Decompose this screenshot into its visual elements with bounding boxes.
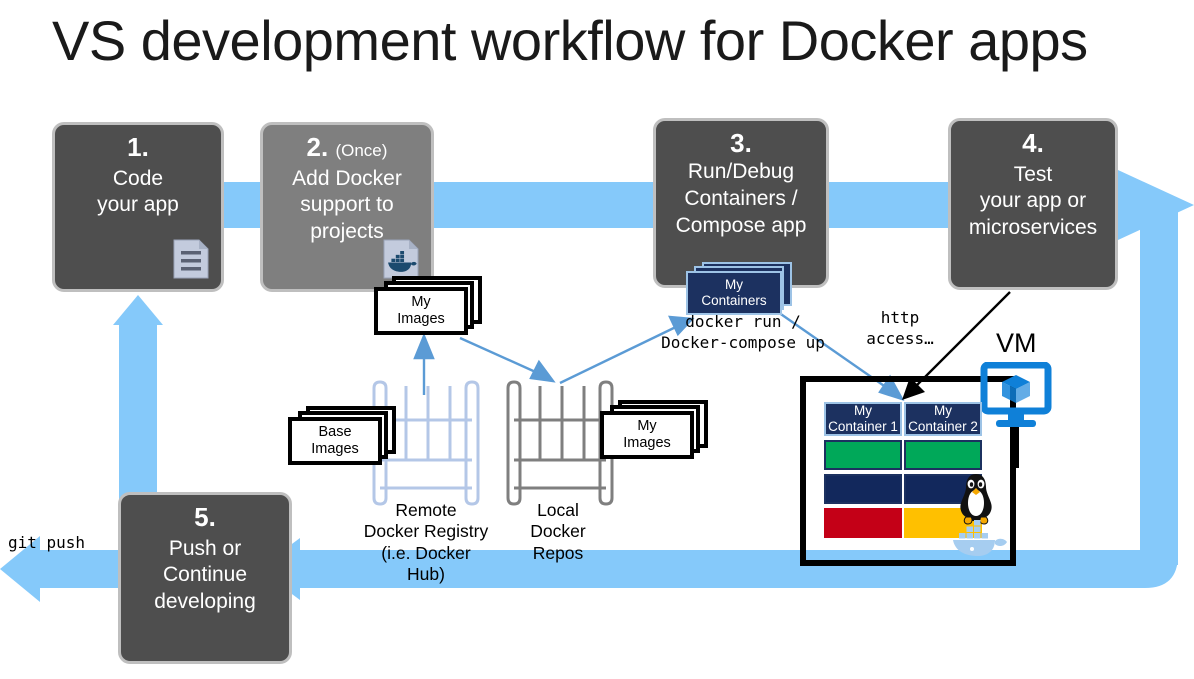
step-5-number: 5. (194, 503, 216, 532)
step-5-label: Push or Continue developing (148, 536, 262, 617)
my-images-top-label: My Images (374, 287, 468, 335)
step-2-once-label: (Once) (335, 141, 387, 160)
step-5-push-or-continue[interactable]: 5. Push or Continue developing (118, 492, 292, 664)
docker-whale-icon (950, 520, 1010, 560)
feedback-arrowhead (113, 295, 163, 325)
step-3-label: Run/Debug Containers / Compose app (670, 158, 813, 240)
step-3-number: 3. (730, 129, 752, 158)
http-access-annotation: http access… (845, 308, 955, 350)
vm-container-1-label: My Container 1 (824, 402, 902, 436)
my-images-local-stack[interactable]: My Images (600, 400, 712, 464)
git-push-annotation: git push (8, 533, 128, 554)
diagram-canvas: VS development workflow for Docker apps (0, 0, 1194, 679)
my-images-local-label: My Images (600, 411, 694, 459)
step-2-label: Add Docker support to projects (286, 166, 408, 247)
vm-container-2-label: My Container 2 (904, 402, 982, 436)
vm-label: VM (996, 330, 1037, 357)
base-images-stack[interactable]: Base Images (288, 406, 400, 470)
vm-container-1-layer-1 (824, 440, 902, 470)
right-corner-band (1110, 520, 1178, 588)
step-2-number: 2. (Once) (307, 133, 388, 162)
right-band (1140, 205, 1178, 565)
step-2-add-docker-support[interactable]: 2. (Once) Add Docker support to projects (260, 122, 434, 292)
step-4-label: Test your app or microservices (963, 162, 1103, 243)
feedback-band (119, 320, 157, 500)
vm-container-1[interactable]: My Container 1 (824, 402, 902, 546)
step-4-number: 4. (1022, 129, 1044, 158)
my-containers-label: My Containers (686, 271, 782, 315)
docker-document-icon (382, 238, 420, 280)
vm-monitor-icon (980, 362, 1052, 430)
remote-registry-label: Remote Docker Registry (i.e. Docker Hub) (360, 500, 492, 585)
vm-container-1-layer-2 (824, 474, 902, 504)
my-images-top-stack[interactable]: My Images (374, 276, 486, 340)
step-4-test-app[interactable]: 4. Test your app or microservices (948, 118, 1118, 290)
docker-run-annotation: docker run / Docker-compose up (648, 312, 838, 354)
step-1-label: Code your app (91, 166, 185, 220)
vm-container-2-layer-1 (904, 440, 982, 470)
document-icon (172, 238, 210, 280)
local-repos-label: Local Docker Repos (508, 500, 608, 564)
vm-container-1-layer-3 (824, 508, 902, 538)
git-push-band (30, 550, 125, 588)
step-1-code-your-app[interactable]: 1. Code your app (52, 122, 224, 292)
step-1-number: 1. (127, 133, 149, 162)
base-images-label: Base Images (288, 417, 382, 465)
